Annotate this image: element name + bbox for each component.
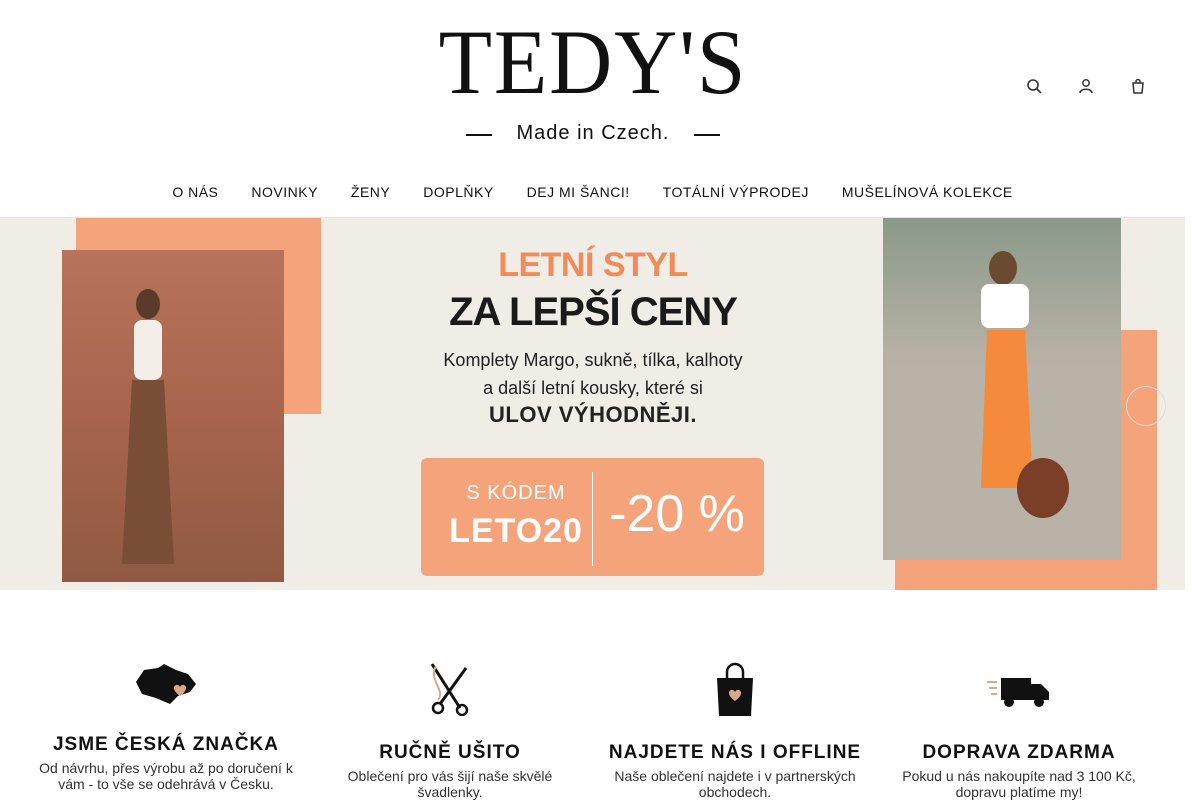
banner-body-line-2: a další letní kousky, které si bbox=[483, 378, 703, 398]
nav-item-zeny[interactable]: ŽENY bbox=[351, 184, 390, 200]
features-row: JSME ČESKÁ ZNAČKA Od návrhu, přes výrobu… bbox=[0, 660, 1185, 800]
feature-desc: Oblečení pro vás šijí naše skvělé švadle… bbox=[347, 768, 553, 800]
promo-code-box: S KÓDEM LETO20 -20 % bbox=[421, 458, 764, 576]
nav-item-dej-mi-sanci[interactable]: DEJ MI ŠANCI! bbox=[527, 184, 630, 200]
nav-item-doplnky[interactable]: DOPLŇKY bbox=[423, 184, 493, 200]
nav-item-muselinova-kolekce[interactable]: MUŠELÍNOVÁ KOLEKCE bbox=[842, 184, 1013, 200]
banner-body-line-1: Komplety Margo, sukně, tílka, kalhoty bbox=[443, 350, 743, 370]
czech-map-heart-icon bbox=[134, 660, 198, 720]
hero-banner[interactable]: LETNÍ STYL ZA LEPŠÍ CENY Komplety Margo,… bbox=[0, 218, 1185, 590]
brand-logo[interactable]: TEDY'S Made in Czech. bbox=[420, 16, 766, 146]
header-icons bbox=[1025, 76, 1147, 96]
logo-wordmark: TEDY'S bbox=[438, 11, 748, 113]
feature-desc: Naše oblečení najdete i v partnerských o… bbox=[614, 768, 856, 800]
feature-title: RUČNĚ UŠITO bbox=[379, 742, 521, 763]
banner-headline-1: LETNÍ STYL bbox=[498, 246, 688, 284]
logo-line-right bbox=[694, 134, 720, 136]
site-header: TEDY'S Made in Czech. O NÁS NOVINKY ŽENY… bbox=[0, 0, 1185, 218]
banner-headline-2: ZA LEPŠÍ CENY bbox=[449, 290, 738, 334]
promo-code-value: LETO20 bbox=[449, 512, 583, 550]
banner-photo-left bbox=[62, 250, 284, 582]
cart-icon[interactable] bbox=[1129, 76, 1147, 96]
nav-item-novinky[interactable]: NOVINKY bbox=[251, 184, 318, 200]
user-icon[interactable] bbox=[1077, 76, 1095, 96]
promo-discount: -20 % bbox=[609, 485, 745, 543]
main-nav: O NÁS NOVINKY ŽENY DOPLŇKY DEJ MI ŠANCI!… bbox=[0, 184, 1185, 200]
banner-next-button[interactable] bbox=[1126, 386, 1166, 426]
feature-title: JSME ČESKÁ ZNAČKA bbox=[52, 734, 280, 755]
feature-desc: Od návrhu, přes výrobu až po doručení k … bbox=[39, 760, 293, 792]
delivery-truck-icon bbox=[987, 660, 1051, 720]
scissors-needle-icon bbox=[418, 660, 482, 720]
feature-title: NAJDETE NÁS I OFFLINE bbox=[608, 742, 862, 763]
feature-desc: Pokud u nás nakoupíte nad 3 100 Kč, dopr… bbox=[902, 768, 1136, 800]
shopping-bag-heart-icon bbox=[703, 660, 767, 720]
nav-item-o-nas[interactable]: O NÁS bbox=[172, 184, 218, 200]
banner-body: Komplety Margo, sukně, tílka, kalhoty a … bbox=[420, 346, 766, 402]
feature-title: DOPRAVA ZDARMA bbox=[922, 742, 1116, 763]
promo-code-divider bbox=[592, 472, 593, 566]
model-figure-right bbox=[883, 251, 1121, 560]
model-figure-left bbox=[122, 289, 174, 564]
banner-photo-right bbox=[883, 218, 1121, 560]
search-icon[interactable] bbox=[1025, 76, 1043, 96]
promo-code-label: S KÓDEM bbox=[466, 482, 566, 504]
banner-body-strong: ULOV VÝHODNĚJI. bbox=[489, 402, 697, 427]
nav-item-totalni-vyprodej[interactable]: TOTÁLNÍ VÝPRODEJ bbox=[663, 184, 809, 200]
